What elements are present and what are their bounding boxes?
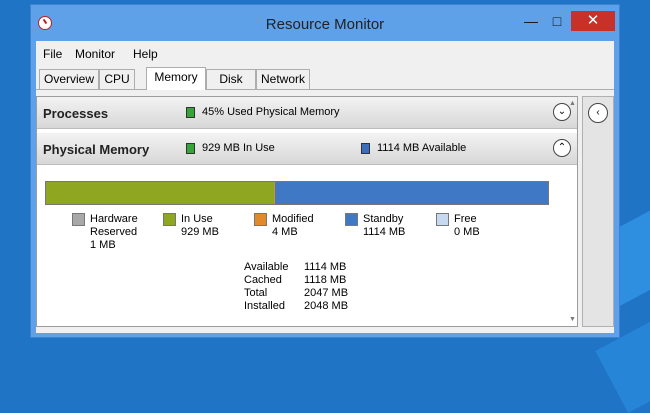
scroll-up-arrow-icon[interactable]: ▲	[569, 100, 576, 107]
processes-title: Processes	[43, 106, 109, 121]
legend-modified-label: Modified 4 MB	[272, 213, 314, 238]
stat-cached-value: 1118 MB	[304, 274, 347, 286]
processes-section-header[interactable]: Processes 45% Used Physical Memory ⌄	[37, 97, 577, 129]
stat-available-value: 1114 MB	[304, 261, 347, 273]
memory-usage-bar	[45, 181, 549, 205]
scroll-down-arrow-icon[interactable]: ▼	[569, 316, 576, 323]
bar-segment-standby	[275, 182, 548, 204]
in-use-swatch	[186, 143, 195, 154]
tab-overview[interactable]: Overview	[39, 69, 99, 89]
tab-strip-border	[36, 89, 614, 90]
menu-file[interactable]: File	[43, 47, 62, 61]
legend-standby-swatch	[345, 213, 358, 226]
legend-free-swatch	[436, 213, 449, 226]
memory-tab-content: Processes 45% Used Physical Memory ⌄ Phy…	[36, 96, 578, 327]
tab-memory[interactable]: Memory	[146, 67, 206, 90]
legend-free-label: Free 0 MB	[454, 213, 480, 238]
legend-modified-swatch	[254, 213, 267, 226]
used-physical-memory-summary: 45% Used Physical Memory	[202, 106, 340, 118]
side-panel-strip: ‹	[582, 96, 614, 327]
stat-total-value: 2047 MB	[304, 287, 349, 299]
stat-installed-label: Installed	[244, 300, 285, 312]
available-swatch	[361, 143, 370, 154]
legend-standby-label: Standby 1114 MB	[363, 213, 406, 238]
in-use-summary: 929 MB In Use	[202, 142, 275, 154]
tab-cpu[interactable]: CPU	[99, 69, 135, 89]
stat-total-label: Total	[244, 287, 268, 299]
tab-disk[interactable]: Disk	[206, 69, 256, 89]
physical-memory-title: Physical Memory	[43, 142, 150, 157]
menu-help[interactable]: Help	[133, 47, 158, 61]
available-summary: 1114 MB Available	[377, 142, 467, 154]
legend-hardware-reserved-swatch	[72, 213, 85, 226]
maximize-button[interactable]: □	[545, 11, 569, 31]
stat-installed-value: 2048 MB	[304, 300, 349, 312]
chevron-up-icon[interactable]: ⌃	[553, 139, 571, 157]
legend-hardware-reserved-label: Hardware Reserved 1 MB	[90, 213, 138, 251]
menu-bar: File Monitor Help	[36, 41, 614, 65]
tab-network[interactable]: Network	[256, 69, 310, 89]
chevron-left-icon[interactable]: ‹	[588, 103, 608, 123]
memory-stats: Available 1114 MB Cached 1118 MB Total 2047…	[244, 261, 348, 313]
minimize-button[interactable]: —	[519, 11, 543, 31]
close-button[interactable]: ✕	[571, 11, 615, 31]
window-client-area: File Monitor Help Overview CPU Memory Di…	[36, 41, 614, 333]
menu-monitor[interactable]: Monitor	[75, 47, 115, 61]
stat-available-label: Available	[244, 261, 289, 273]
stat-cached-label: Cached	[244, 274, 282, 286]
used-memory-swatch	[186, 107, 195, 118]
physical-memory-section-header[interactable]: Physical Memory 929 MB In Use 1114 MB Av…	[37, 133, 577, 165]
title-bar[interactable]: Resource Monitor — □ ✕	[31, 5, 619, 41]
resource-monitor-window: Resource Monitor — □ ✕ File Monitor Help…	[30, 4, 620, 338]
legend-in-use-label: In Use 929 MB	[181, 213, 219, 238]
legend-in-use-swatch	[163, 213, 176, 226]
bar-segment-in-use	[46, 182, 274, 204]
